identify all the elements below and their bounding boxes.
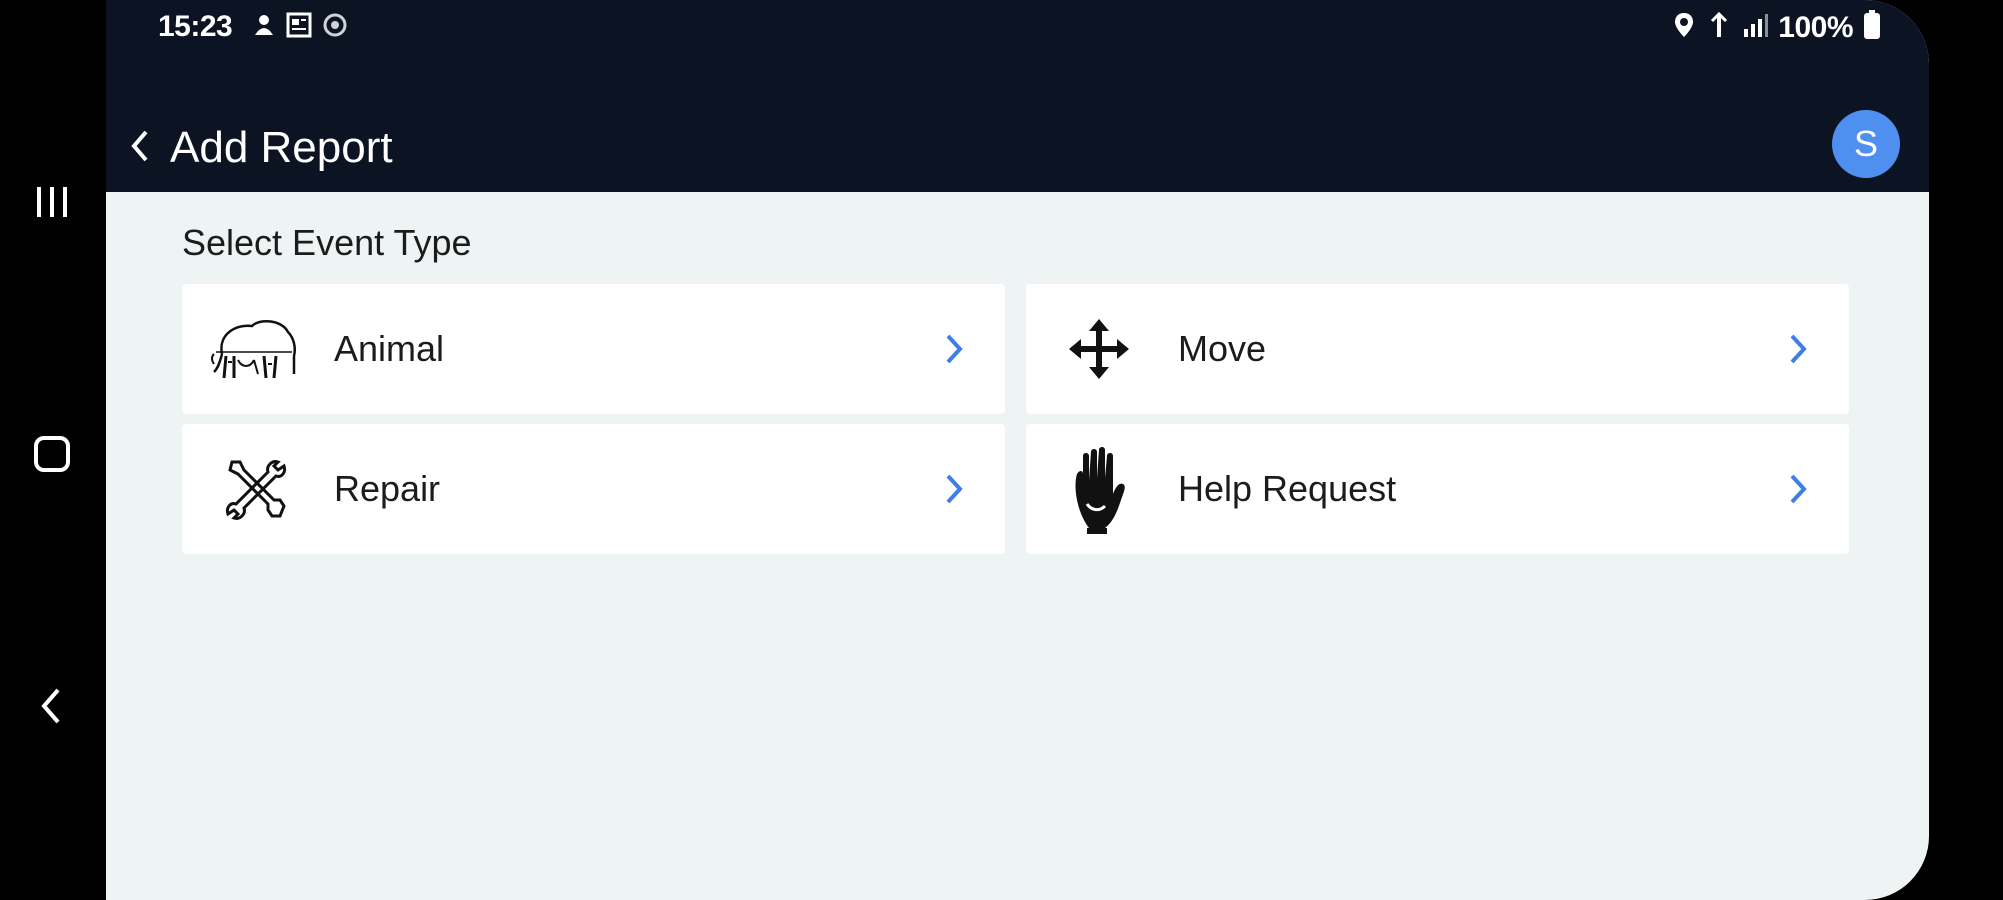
- event-type-move[interactable]: Move: [1026, 284, 1849, 414]
- signal-icon: [1742, 11, 1769, 44]
- recent-apps-icon[interactable]: [28, 178, 76, 226]
- elephant-icon: [208, 309, 302, 389]
- status-icons-right: 100%: [1672, 10, 1881, 45]
- sync-icon: [322, 12, 348, 43]
- avatar[interactable]: S: [1832, 110, 1900, 178]
- move-arrows-icon: [1052, 309, 1146, 389]
- news-icon: [286, 12, 312, 43]
- event-type-animal[interactable]: Animal: [182, 284, 1005, 414]
- location-icon: [1672, 11, 1696, 44]
- battery-level: 100%: [1778, 10, 1853, 44]
- back-button[interactable]: [120, 118, 160, 178]
- event-type-label: Move: [1178, 328, 1267, 369]
- home-icon[interactable]: [28, 430, 76, 478]
- app-header: 15:23 100% Add Report S: [106, 0, 1929, 192]
- chevron-right-icon: [1783, 468, 1813, 510]
- chevron-right-icon: [1783, 328, 1813, 370]
- section-title: Select Event Type: [182, 222, 472, 263]
- event-type-label: Help Request: [1178, 468, 1397, 509]
- event-type-help-request[interactable]: Help Request: [1026, 424, 1849, 554]
- event-type-label: Repair: [334, 468, 441, 509]
- wifi-icon: [1706, 11, 1732, 44]
- notification-icon: [252, 13, 276, 42]
- chevron-left-icon: [128, 126, 152, 171]
- app-screen: 15:23 100% Add Report S Select Event Typ…: [106, 0, 1929, 900]
- event-type-repair[interactable]: Repair: [182, 424, 1005, 554]
- hand-icon: [1052, 447, 1146, 534]
- status-icons-left: [252, 12, 348, 43]
- system-navigation-bar: [0, 0, 106, 900]
- page-title: Add Report: [170, 123, 393, 172]
- battery-icon: [1863, 10, 1881, 45]
- tools-icon: [208, 449, 302, 529]
- event-type-label: Animal: [334, 328, 445, 369]
- back-icon[interactable]: [28, 682, 76, 730]
- chevron-right-icon: [939, 468, 969, 510]
- chevron-right-icon: [939, 328, 969, 370]
- status-time: 15:23: [158, 10, 233, 43]
